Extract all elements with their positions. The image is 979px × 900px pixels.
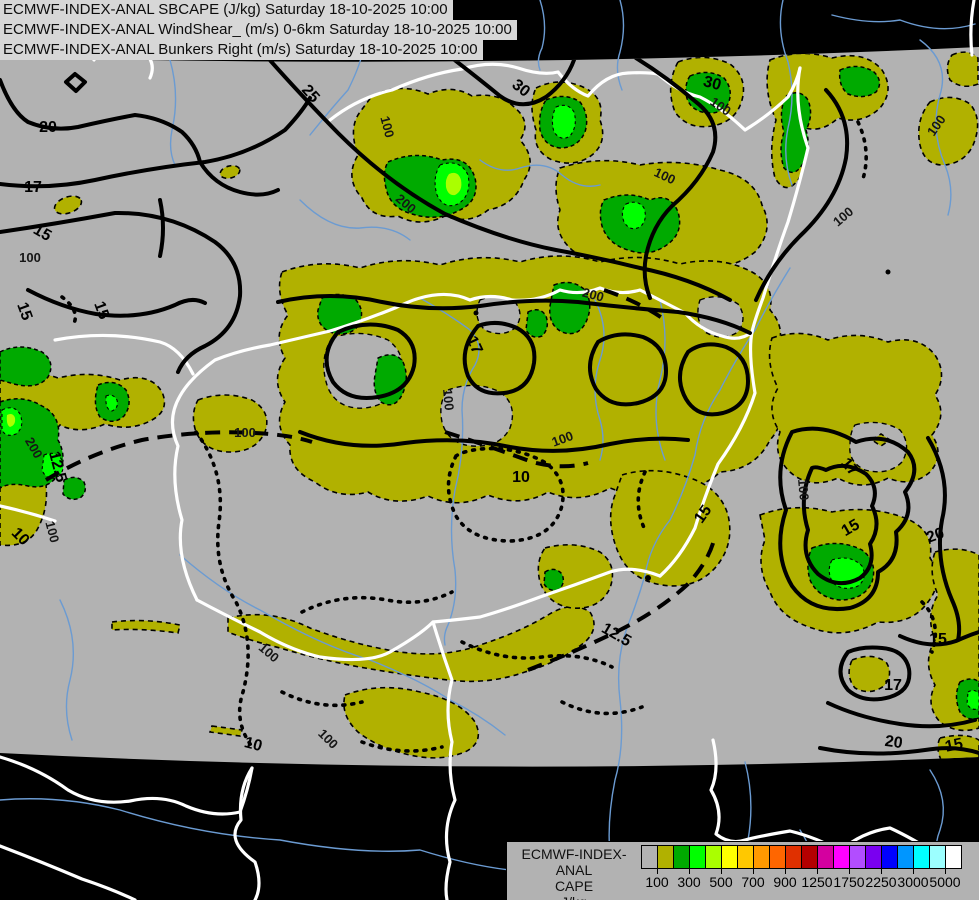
weather-map-screen: 20 17 15 25 30 30 15 15 12.5 10 17 10 12… [0,0,979,900]
shear-label: 10 [512,469,530,486]
legend-swatch [673,846,689,868]
legend-label: 700 [741,874,765,890]
legend-label: 300 [677,874,701,890]
legend-label: 500 [709,874,733,890]
legend-swatch [945,846,961,868]
legend-swatch [737,846,753,868]
legend-label: 3000 [897,874,929,890]
legend-swatch [849,846,865,868]
legend-label: 900 [773,874,797,890]
legend-swatch [833,846,849,868]
shear-label: 20 [39,119,57,136]
legend-colorbar [641,845,962,869]
legend-text: ECMWF-INDEX-ANAL CAPE J/kg [513,846,635,900]
legend-swatch [801,846,817,868]
legend-label: 2250 [865,874,897,890]
legend-param: CAPE [554,878,594,894]
legend-swatch [721,846,737,868]
cape-legend: ECMWF-INDEX-ANAL CAPE J/kg [506,841,979,900]
legend-unit: J/kg [513,894,635,900]
legend-swatch [817,846,833,868]
legend-swatch [913,846,929,868]
cape-label: 100 [234,425,256,440]
legend-swatch [929,846,945,868]
legend-swatch [642,846,657,868]
legend-label: 100 [645,874,669,890]
legend-swatch [881,846,897,868]
shear-label: 17 [24,179,42,196]
legend-swatch [657,846,673,868]
title-line-sbcape: ECMWF-INDEX-ANAL SBCAPE (J/kg) Saturday … [0,0,453,20]
legend-label: 1250 [801,874,833,890]
legend-swatch [769,846,785,868]
shear-label: 15 [944,735,965,755]
legend-swatch [785,846,801,868]
shear-label: 17 [884,677,902,694]
legend-label: 1750 [833,874,865,890]
cape-label: 100 [440,388,457,411]
legend-swatch [705,846,721,868]
legend-swatch [865,846,881,868]
legend-label: 5000 [929,874,961,890]
legend-swatch [753,846,769,868]
weather-map-canvas: 20 17 15 25 30 30 15 15 12.5 10 17 10 12… [0,0,979,900]
legend-heading: ECMWF-INDEX-ANAL [521,846,627,878]
cape-label: 100 [795,478,812,501]
legend-swatch [897,846,913,868]
shear-label: 20 [884,733,904,752]
shear-label: 15 [929,631,947,648]
legend-swatch [689,846,705,868]
title-line-bunkers: ECMWF-INDEX-ANAL Bunkers Right (m/s) Sat… [0,40,483,60]
cape-label: 100 [19,250,41,265]
title-line-windshear: ECMWF-INDEX-ANAL WindShear_ (m/s) 0-6km … [0,20,517,40]
